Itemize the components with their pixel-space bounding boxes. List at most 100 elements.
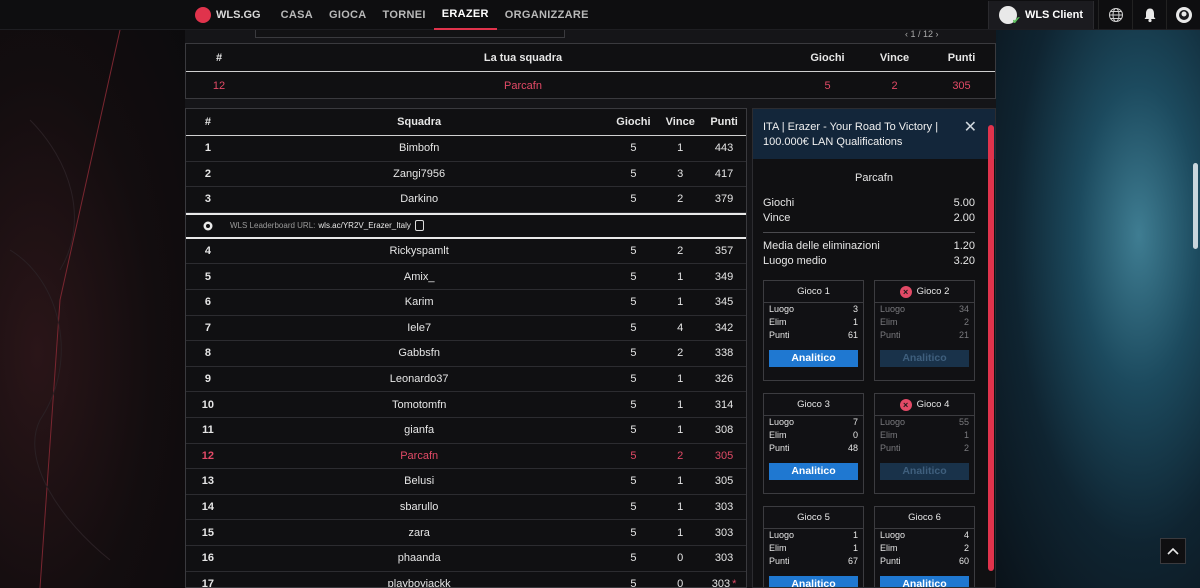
cell-games: 5 <box>630 296 637 309</box>
table-row[interactable]: 7 Iele7 5 4 342 <box>186 316 746 342</box>
table-row[interactable]: 11 gianfa 5 1 308 <box>186 418 746 444</box>
nav-item-gioca[interactable]: GIOCA <box>321 0 375 30</box>
url-value[interactable]: wls.ac/YR2V_Erazer_Italy <box>318 221 410 230</box>
table-row[interactable]: 6 Karim 5 1 345 <box>186 290 746 316</box>
game-card: Gioco 5 Luogo 1 Elim 1 Punti 67 Analitico <box>763 506 864 587</box>
analytics-button[interactable]: Analitico <box>769 463 858 480</box>
points-value: 305 <box>714 449 734 462</box>
leaderboard-body: 1 Bimbofn 5 1 443 2 Zangi7956 5 3 417 3 Darkino 5 2 37… <box>186 136 746 587</box>
cell-rank: 10 <box>201 398 215 411</box>
table-row[interactable]: 14 sbarullo 5 1 303 <box>186 495 746 521</box>
cell-team: Belusi <box>404 475 435 488</box>
game-stat-value: 1 <box>852 543 858 553</box>
game-stat-row: Elim 2 <box>880 542 969 555</box>
cell-rank: 7 <box>204 321 211 334</box>
analytics-button[interactable]: Analitico <box>769 350 858 367</box>
cell-wins: 2 <box>677 347 684 360</box>
game-stat-value: 61 <box>847 330 858 340</box>
table-row[interactable]: 13 Belusi 5 1 305 <box>186 469 746 495</box>
pagination[interactable]: ‹ 1 / 12 › <box>905 30 939 39</box>
cell-games: 5 <box>630 398 637 411</box>
nav-item-casa[interactable]: CASA <box>273 0 321 30</box>
brand-name: WLS.GG <box>216 8 261 21</box>
cell-rank: 1 <box>204 142 211 155</box>
game-stat-label: Luogo <box>880 417 906 427</box>
game-stat-row: Elim 2 <box>880 316 969 329</box>
search-input[interactable] <box>255 30 565 38</box>
cell-rank: 11 <box>202 424 214 437</box>
cell-rank: 6 <box>204 296 211 309</box>
analytics-button[interactable]: Analitico <box>769 576 858 587</box>
cell-team: Karim <box>404 296 434 309</box>
analytics-button[interactable]: Analitico <box>880 576 969 587</box>
table-row[interactable]: 4 Rickyspamlt 5 2 357 <box>186 239 746 265</box>
game-stat-row: Luogo 7 <box>769 416 858 429</box>
nav-item-tornei[interactable]: TORNEI <box>375 0 434 30</box>
cell-rank: 13 <box>201 475 215 488</box>
table-row[interactable]: 5 Amix_ 5 1 349 <box>186 264 746 290</box>
stat-value: 1.20 <box>953 240 975 252</box>
cell-rank: 14 <box>201 501 215 514</box>
points-value: 314 <box>714 398 734 411</box>
cell-games: 5 <box>630 373 637 386</box>
points-value: 338 <box>714 347 734 360</box>
game-title: Gioco 6 <box>875 507 974 529</box>
game-title: Gioco 3 <box>764 394 863 416</box>
check-icon: ✔ <box>1011 15 1021 27</box>
game-stat-value: 67 <box>847 556 858 566</box>
background-contours <box>9 29 121 588</box>
cell-wins: 1 <box>677 142 684 155</box>
points-value: 379 <box>714 193 734 206</box>
wls-client-button[interactable]: ✔ WLS Client <box>987 1 1094 29</box>
game-title: × Gioco 4 <box>875 394 974 416</box>
table-row[interactable]: 2 Zangi7956 5 3 417 <box>186 162 746 188</box>
table-row[interactable]: 9 Leonardo37 5 1 326 <box>186 367 746 393</box>
game-title-label: Gioco 4 <box>916 398 950 410</box>
profile-icon[interactable] <box>1166 0 1200 30</box>
table-row[interactable]: 17 playboyjackk 5 0 303 * <box>186 572 746 587</box>
leaderboard-url-row: WLS Leaderboard URL: wls.ac/YR2V_Erazer_I… <box>186 212 746 239</box>
game-stat-label: Elim <box>880 543 898 553</box>
game-stat-label: Elim <box>769 543 787 553</box>
table-row[interactable]: 3 Darkino 5 2 379 <box>186 187 746 213</box>
close-icon[interactable]: ✕ <box>964 120 977 136</box>
game-stat-label: Punti <box>769 330 790 340</box>
cell-points: 305 <box>702 475 746 487</box>
cell-team: sbarullo <box>399 501 439 514</box>
table-row[interactable]: 15 zara 5 1 303 <box>186 520 746 546</box>
nav-item-organizzare[interactable]: ORGANIZZARE <box>497 0 597 30</box>
cell-wins: 1 <box>677 270 684 283</box>
back-to-top-button[interactable] <box>1160 538 1186 564</box>
cell-points: 305 <box>952 80 971 92</box>
cell-games: 5 <box>630 347 637 360</box>
cell-rank: 4 <box>204 245 211 258</box>
table-row[interactable]: 1 Bimbofn 5 1 443 <box>186 136 746 162</box>
game-stat-row: Punti 21 <box>880 329 969 342</box>
copy-icon[interactable] <box>414 220 424 232</box>
table-row[interactable]: 8 Gabbsfn 5 2 338 <box>186 341 746 367</box>
panel-scrollbar[interactable] <box>988 125 994 571</box>
game-stat-row: Punti 61 <box>769 329 858 342</box>
analytics-button[interactable]: Analitico <box>880 350 969 367</box>
cell-team: Parcafn <box>504 80 542 92</box>
game-stat-value: 55 <box>958 417 969 427</box>
table-row[interactable]: 10 Tomotomfn 5 1 314 <box>186 392 746 418</box>
page-scrollbar[interactable] <box>1193 163 1198 249</box>
points-value: 308 <box>714 424 734 437</box>
table-row[interactable]: 16 phaanda 5 0 303 <box>186 546 746 572</box>
globe-icon[interactable] <box>1098 0 1132 30</box>
table-row[interactable]: 12 Parcafn 5 2 305 <box>186 444 746 470</box>
game-stat-value: 48 <box>847 443 858 453</box>
brand-logo[interactable]: WLS.GG <box>195 0 261 30</box>
game-stat-row: Luogo 4 <box>880 529 969 542</box>
game-title-label: Gioco 1 <box>797 285 830 297</box>
analytics-button[interactable]: Analitico <box>880 463 969 480</box>
stat-label: Media delle eliminazioni <box>763 240 880 252</box>
bell-icon[interactable] <box>1132 0 1166 30</box>
cell-games: 5 <box>630 142 637 155</box>
cell-wins: 1 <box>677 296 684 309</box>
col-points: Punti <box>710 116 738 128</box>
cell-wins: 1 <box>677 424 684 437</box>
nav-item-erazer[interactable]: ERAZER <box>433 0 497 30</box>
your-team-row[interactable]: 12 Parcafn 5 2 305 <box>186 72 995 100</box>
